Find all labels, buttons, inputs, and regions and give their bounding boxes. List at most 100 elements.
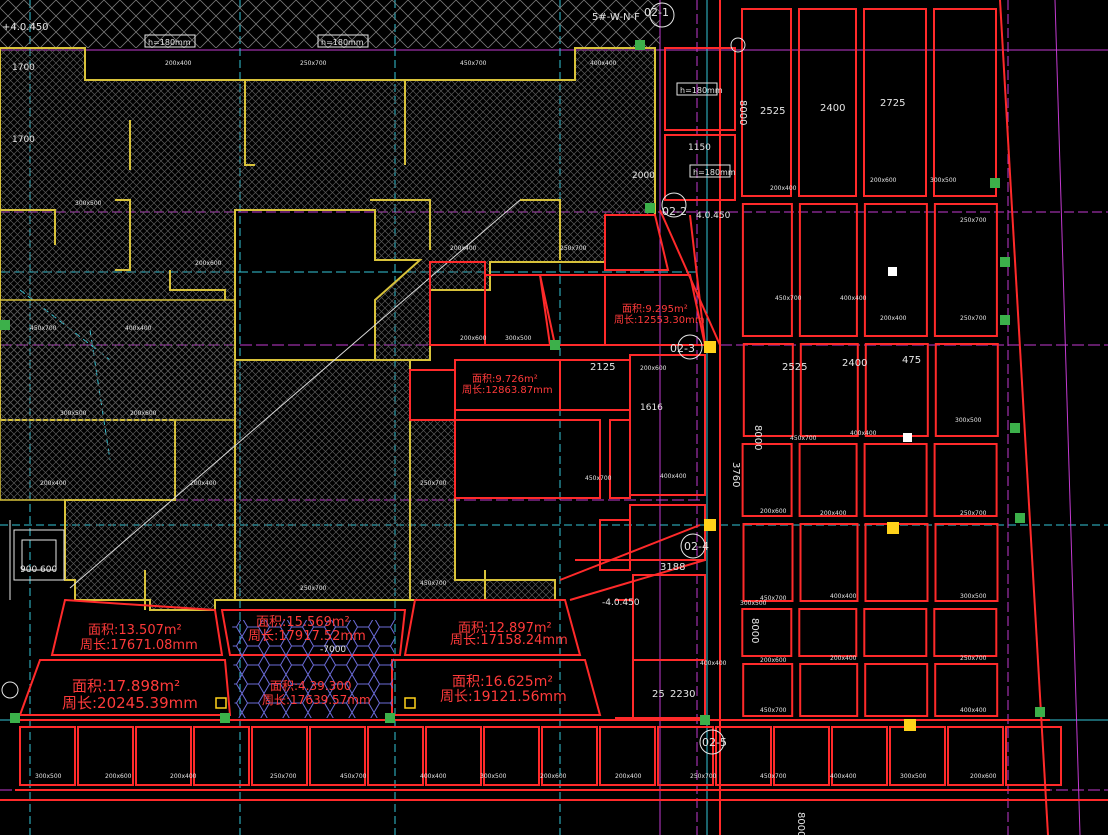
column-green [645,203,655,213]
beam-tag: 250x700 [690,773,717,780]
column-yellow [704,341,716,353]
area-label-4: 面积:17.898m² [72,677,180,695]
beam-tag: 250x700 [420,480,447,487]
beam-tag: 250x700 [270,773,297,780]
dim-8000-b: 8000 [752,425,763,450]
beam-tag: 300x500 [35,773,62,780]
column-green [990,178,1000,188]
beam-tag: 300x500 [900,773,927,780]
column-green [1015,513,1025,523]
level-top: +4.0.450 [2,22,49,33]
column-green [635,40,645,50]
perimeter-label-6: 周长:19121.56mm [440,689,567,705]
area-label-1: 面积:13.507m² [88,623,182,638]
beam-tag: 200x400 [615,773,642,780]
beam-tag: 400x400 [700,660,727,667]
dim-2000: 2000 [632,171,655,181]
beam-tag: 250x700 [960,217,987,224]
dim-8000-c: 8000 [749,618,760,643]
dim-25: 25 [652,689,665,700]
axis-02-1: 02-1 [644,6,669,19]
axis-02-4: 02-4 [684,540,709,553]
axis-02-5: 02-5 [702,736,727,749]
dim-3760: 3760 [730,462,741,487]
beam-tag: 200x400 [40,480,67,487]
dim-1700-a: 1700 [12,63,35,73]
area-label-6: 面积:16.625m² [452,674,553,690]
beam-tag: 250x700 [560,245,587,252]
beam-tag: 200x600 [760,657,787,664]
dim-2125: 2125 [590,362,615,373]
beam-tag: 200x600 [105,773,132,780]
column-yellow [904,719,916,731]
dim-900: 900 [20,565,37,575]
beam-tag: 200x600 [460,335,487,342]
area-label-5: 面积:4.39.300 [270,679,351,693]
cad-drawing-canvas: +4.0.450 h=180mm h=180mm h=180mm h=180mm… [0,0,1108,835]
small-perimeter-b: 周长:12863.87mm [462,384,553,396]
beam-tag: 300x500 [505,335,532,342]
beam-tag: 400x400 [420,773,447,780]
small-area-a: 面积:9.295m² [622,303,688,315]
beam-tag: 200x400 [450,245,477,252]
dim-2725: 2725 [880,98,905,109]
column-green [385,713,395,723]
thickness-3: h=180mm [680,86,723,95]
beam-tag: 200x600 [130,410,157,417]
beam-tag: 300x500 [75,200,102,207]
dim-2230: 2230 [670,689,695,700]
column-green [1035,707,1045,717]
beam-tag: 400x400 [590,60,617,67]
perimeter-label-2: 周长:17917.52mm [248,629,366,644]
beam-tag: 200x600 [970,773,997,780]
beam-tag: 200x400 [170,773,197,780]
column-green [10,713,20,723]
beam-tag: 400x400 [850,430,877,437]
dim-7000: -7000 [320,645,346,655]
column-green [550,340,560,350]
perimeter-label-4: 周长:20245.39mm [62,694,198,712]
beam-tag: 450x700 [460,60,487,67]
level-right: -4.0.450 [602,598,640,608]
beam-tag: 400x400 [830,773,857,780]
beam-tag: 200x400 [820,510,847,517]
beam-tag: 450x700 [30,325,57,332]
column-green [1010,423,1020,433]
level-mid: 4.0.450 [696,211,731,221]
beam-tag: 300x500 [955,417,982,424]
dim-1700-b: 1700 [12,135,35,145]
beam-tag: 200x600 [870,177,897,184]
column-yellow [887,522,899,534]
perimeter-label-1: 周长:17671.08mm [80,638,198,653]
column-green [700,715,710,725]
axis-02-2: 02-2 [662,205,687,218]
dim-8000-d: 8000 [795,812,806,835]
dim-1616: 1616 [640,403,663,413]
beam-tag: 200x600 [540,773,567,780]
column-yellow [704,519,716,531]
perimeter-label-5: 周长:17639.57mm [262,693,371,707]
beam-tag: 400x400 [840,295,867,302]
column-green [220,713,230,723]
thickness-1: h=180mm [148,38,191,47]
dim-2400-b: 2400 [842,358,867,369]
beam-tag: 200x600 [640,365,667,372]
beam-tag: 200x400 [190,480,217,487]
area-label-2: 面积:15.569m² [256,615,350,630]
beam-tag: 200x600 [760,508,787,515]
beam-tag: 450x700 [790,435,817,442]
beam-tag: 400x400 [125,325,152,332]
beam-tag: 200x400 [165,60,192,67]
beam-tag: 450x700 [775,295,802,302]
core-hatched-slab-b [234,359,411,601]
dim-3188: 3188 [660,562,685,573]
beam-tag: 400x400 [660,473,687,480]
beam-tag: 450x700 [760,707,787,714]
beam-tag: 250x700 [960,510,987,517]
dim-1150: 1150 [688,143,711,153]
beam-tag: 250x700 [300,585,327,592]
beam-tag: 300x500 [60,410,87,417]
column-green [1000,257,1010,267]
dim-2525-b: 2525 [782,362,807,373]
sheet-mark: 5#-W-N-F [592,12,640,23]
